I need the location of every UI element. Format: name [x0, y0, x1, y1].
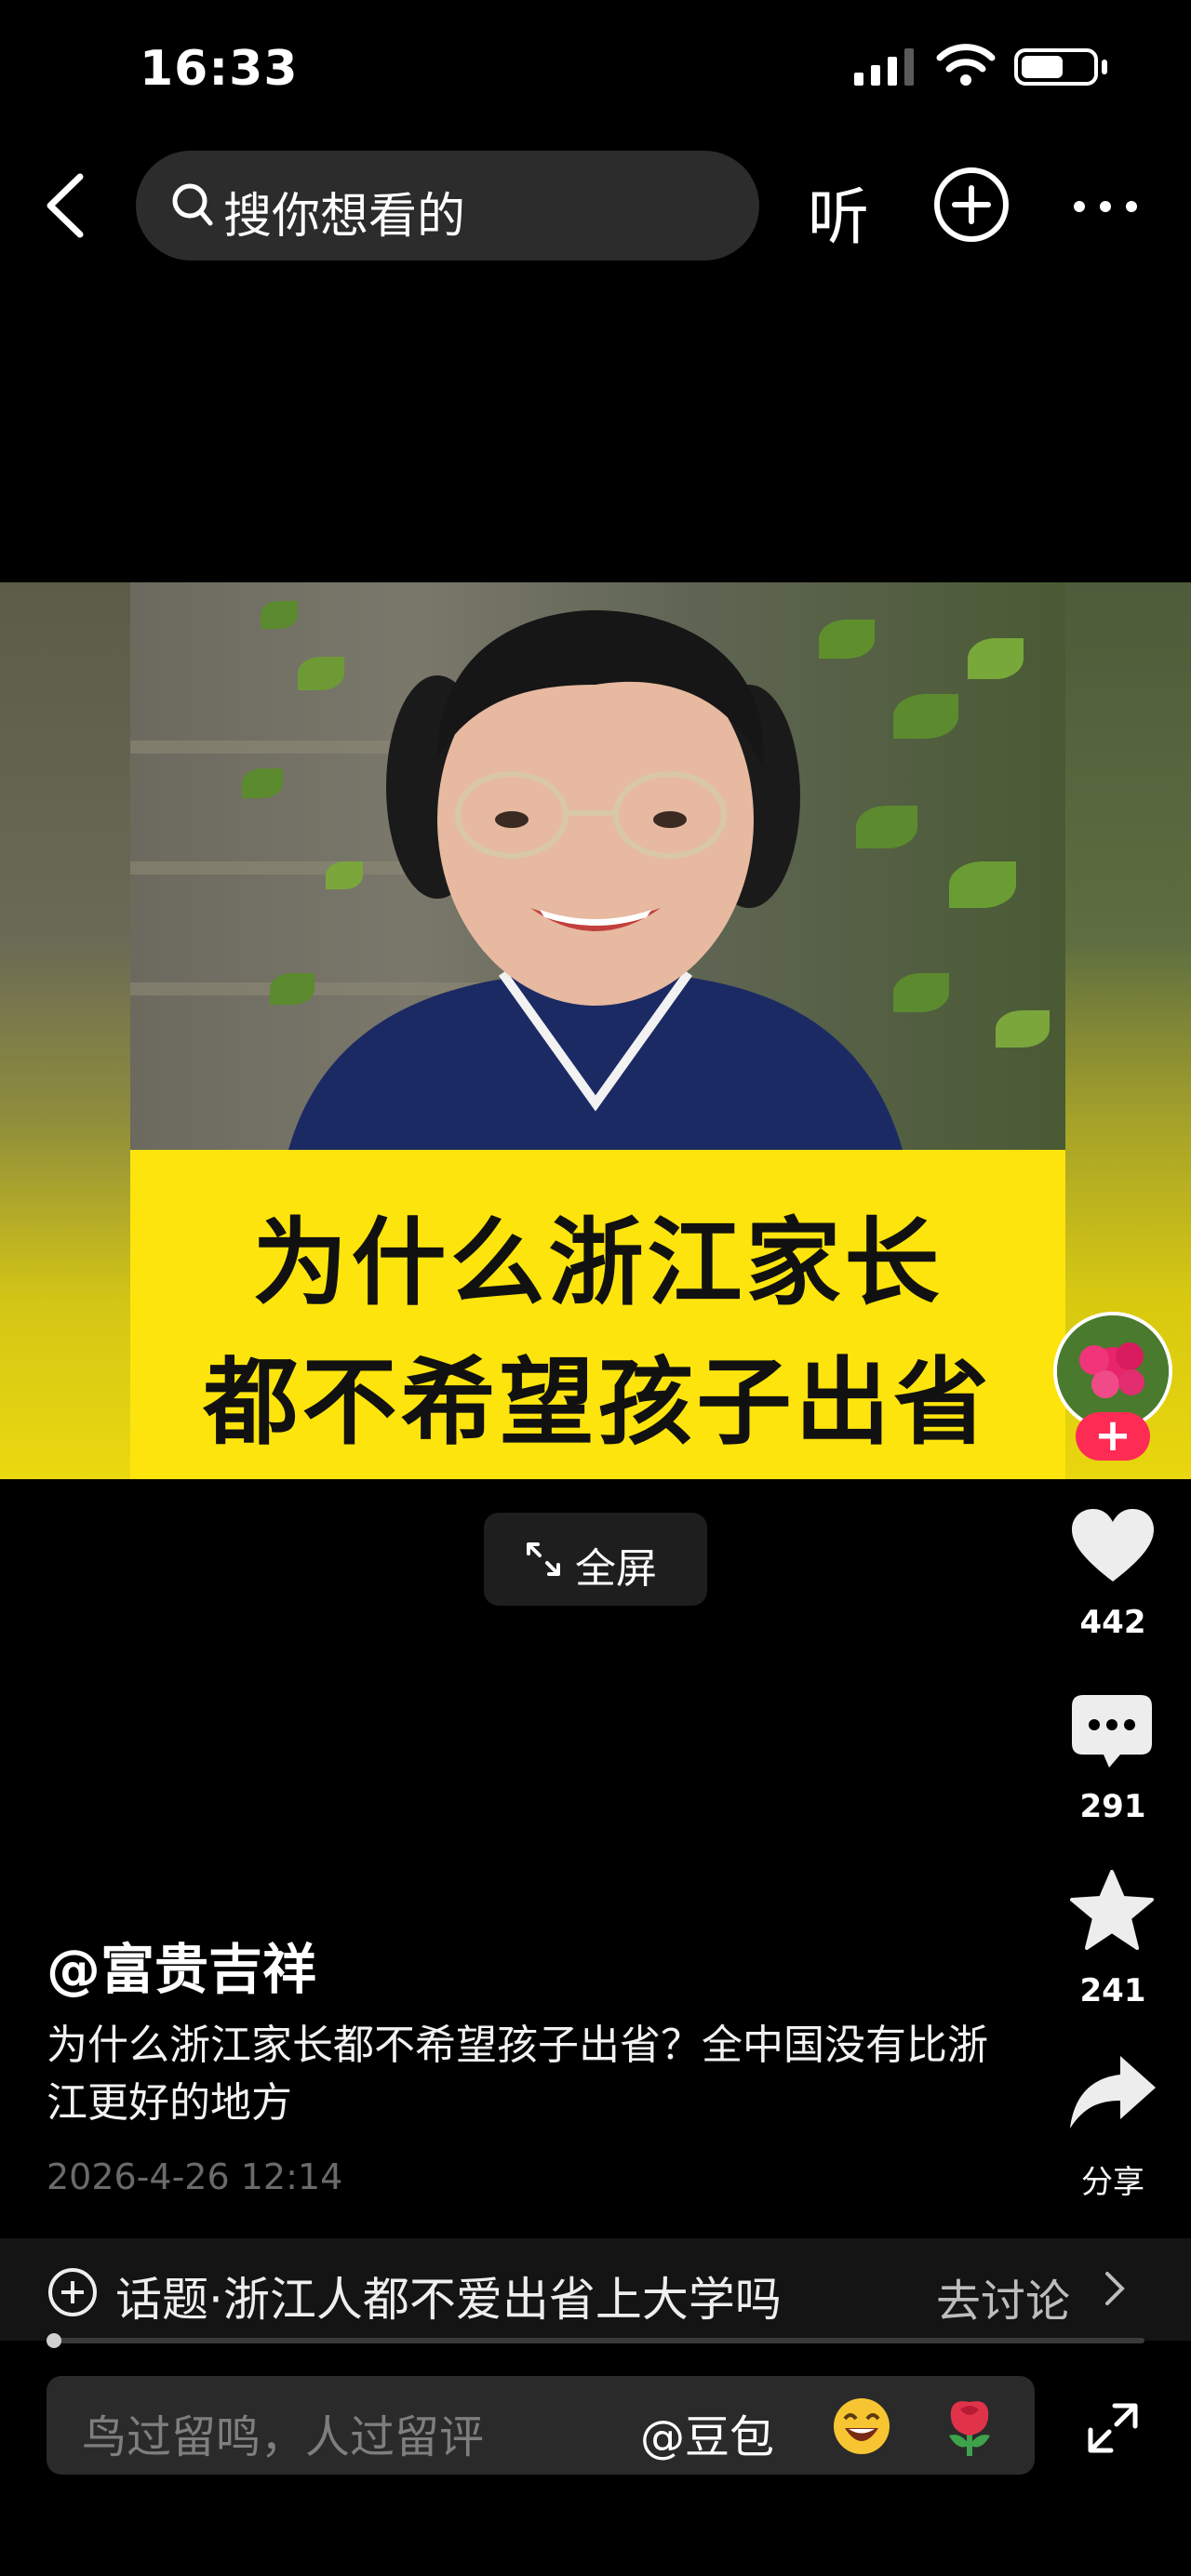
battery-tip [1102, 60, 1107, 74]
post-description: 为什么浙江家长都不希望孩子出省？全中国没有比浙江更好的地方 [47, 2022, 988, 2127]
add-topic-icon [48, 2268, 97, 2316]
video-frame: 为什么浙江家长 都不希望孩子出省 [130, 582, 1065, 1479]
post-date: 2026-4-26 12:14 [47, 2156, 343, 2197]
like-heart-icon[interactable] [1072, 1509, 1154, 1583]
fullscreen-button[interactable]: 全屏 [484, 1513, 707, 1606]
back-icon[interactable] [43, 173, 87, 238]
listen-button[interactable]: 听 [808, 167, 869, 257]
fullscreen-label: 全屏 [575, 1545, 657, 1593]
comment-icon[interactable] [1072, 1695, 1152, 1769]
presenter-figure [288, 610, 903, 1150]
author-name[interactable]: @富贵吉祥 [47, 1926, 316, 2004]
share-arrow-icon[interactable] [1070, 2056, 1156, 2130]
battery-icon [1014, 48, 1098, 86]
add-icon[interactable] [932, 166, 1010, 244]
expand-arrows-icon [527, 1542, 560, 1576]
comment-input[interactable]: 鸟过留鸣，人过留评 @豆包 [47, 2376, 1035, 2475]
video-blur-left [0, 582, 130, 1479]
mention-doubao-button[interactable]: @豆包 [640, 2400, 774, 2465]
chevron-right-icon [1105, 2272, 1125, 2305]
comment-count: 291 [1079, 1788, 1146, 1825]
discuss-link[interactable]: 去讨论 [936, 2264, 1070, 2329]
share-label: 分享 [1081, 2164, 1144, 2201]
topic-label: 话题·浙江人都不爱出省上大学吗 [115, 2273, 782, 2327]
more-icon[interactable] [1072, 199, 1139, 214]
comment-placeholder: 鸟过留鸣，人过留评 [82, 2411, 485, 2463]
search-icon [172, 183, 213, 226]
like-count: 442 [1079, 1604, 1146, 1641]
search-bar[interactable]: 搜你想看的 [136, 151, 759, 260]
rose-emoji-icon[interactable] [940, 2395, 999, 2458]
wifi-icon [936, 44, 996, 86]
expand-icon[interactable] [1087, 2402, 1139, 2454]
favorite-star-icon[interactable] [1070, 1870, 1154, 1950]
status-time: 16:33 [140, 41, 299, 97]
signal-icon [854, 48, 914, 86]
follow-button[interactable]: + [1076, 1412, 1150, 1461]
video-caption-line1: 为什么浙江家长 [252, 1208, 943, 1319]
favorite-count: 241 [1079, 1972, 1146, 2009]
video-progress-handle[interactable] [47, 2333, 61, 2348]
video-player[interactable]: 为什么浙江家长 都不希望孩子出省 [0, 582, 1191, 1479]
topic-bar[interactable]: 话题·浙江人都不爱出省上大学吗 去讨论 [0, 2238, 1191, 2341]
video-caption-line2: 都不希望孩子出省 [203, 1348, 993, 1459]
laughing-emoji-icon[interactable] [832, 2396, 891, 2456]
video-progress-track[interactable] [47, 2338, 1144, 2343]
search-placeholder: 搜你想看的 [223, 189, 466, 245]
